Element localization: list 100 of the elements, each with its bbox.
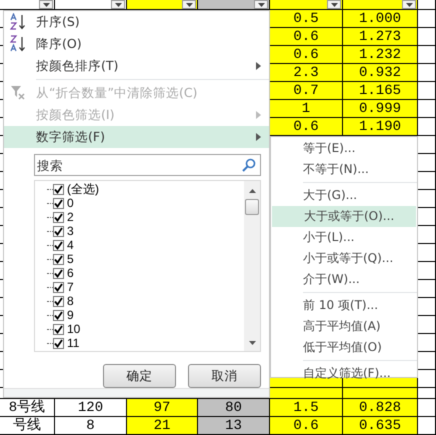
menu-item[interactable]: 不等于(N)... (271, 159, 417, 180)
scroll-up-icon[interactable] (248, 189, 256, 193)
table-cell: 1.190 (343, 118, 418, 136)
menu-item[interactable]: 低于平均值(O) (271, 337, 417, 358)
submenu-arrow-icon (256, 62, 261, 70)
table-cell: 1.000 (343, 10, 418, 28)
menu-item[interactable]: 介于(W)... (271, 269, 417, 290)
table-cell (418, 399, 436, 417)
scrollbar[interactable] (244, 181, 260, 351)
checkbox[interactable] (53, 184, 64, 194)
dialog-button[interactable]: 确定 (103, 364, 176, 388)
checkbox-label: 5 (67, 252, 74, 266)
scroll-down-icon[interactable] (248, 341, 256, 345)
checkbox[interactable] (53, 296, 64, 306)
table-cell (418, 46, 436, 64)
table-cell (418, 64, 436, 82)
checkbox-label: 0 (67, 196, 74, 210)
caret-icon (258, 2, 264, 6)
sort-descending-icon (10, 35, 28, 53)
table-cell (418, 28, 436, 46)
checkbox-label: 7 (67, 280, 74, 294)
caret-icon (406, 2, 412, 6)
table-cell: 号线 (0, 417, 55, 435)
menu-item[interactable]: 等于(E)... (271, 138, 417, 159)
checkbox-label: 6 (67, 266, 74, 280)
table-cell: 0.932 (343, 64, 418, 82)
checkbox[interactable] (53, 198, 64, 208)
table-cell: 2.3 (270, 64, 343, 82)
filter-dropdown[interactable] (182, 0, 196, 9)
checkbox-label: 2 (67, 210, 74, 224)
caret-icon (114, 2, 122, 6)
submenu-arrow-icon (256, 111, 261, 119)
table-cell (418, 388, 436, 399)
checkbox-label: (全选) (67, 181, 99, 198)
table-cell: 0.5 (270, 10, 343, 28)
table-cell: 80 (198, 399, 270, 417)
table-cell (418, 100, 436, 118)
filter-dropdown[interactable] (402, 0, 416, 9)
table-cell: 0.6 (270, 417, 343, 435)
menu-item[interactable]: 小于或等于(Q)... (271, 248, 417, 269)
table-cell: 0.635 (343, 417, 418, 435)
table-cell: 0.999 (343, 100, 418, 118)
scroll-thumb[interactable] (245, 199, 259, 215)
table-cell: 0.7 (270, 82, 343, 100)
table-cell (418, 10, 436, 28)
submenu-arrow-icon (256, 133, 261, 141)
table-cell (418, 118, 436, 136)
checkbox[interactable] (53, 282, 64, 292)
table-cell: 1.5 (270, 399, 343, 417)
checkbox[interactable] (53, 310, 64, 320)
checkbox-label: 11 (67, 336, 80, 350)
table-cell: 0.6 (270, 28, 343, 46)
table-cell: 1.232 (343, 46, 418, 64)
filter-dropdown[interactable] (254, 0, 268, 9)
checkbox[interactable] (53, 240, 64, 250)
checkbox[interactable] (53, 254, 64, 264)
dialog-button[interactable]: 取消 (188, 364, 261, 388)
menu-item[interactable]: 高于平均值(A) (271, 316, 417, 337)
sort-ascending-icon (10, 13, 28, 31)
menu-item[interactable]: 降序(O) (4, 33, 269, 55)
checkbox-label: 4 (67, 238, 74, 252)
checkbox[interactable] (53, 338, 64, 348)
menu-item[interactable]: 按颜色排序(T) (4, 55, 269, 77)
table-cell: 0.6 (270, 46, 343, 64)
table-cell: 13 (198, 417, 270, 435)
resize-grip[interactable] (4, 388, 269, 397)
table-cell (418, 417, 436, 435)
filter-dropdown[interactable] (327, 0, 341, 9)
checkbox[interactable] (53, 226, 64, 236)
filter-dropdown[interactable] (39, 0, 53, 9)
menu-item[interactable]: 数字筛选(F) (4, 126, 269, 148)
table-cell: 21 (127, 417, 198, 435)
checkbox-label: 8 (67, 294, 74, 308)
table-cell: 0.6 (270, 118, 343, 136)
table-cell: 120 (55, 399, 127, 417)
menu-item[interactable]: 小于(L)... (271, 227, 417, 248)
search-icon (242, 158, 256, 172)
table-cell: 1 (270, 100, 343, 118)
checkbox[interactable] (53, 268, 64, 278)
table-cell: 8 (55, 417, 127, 435)
table-cell: 8号线 (0, 399, 55, 417)
table-cell: 97 (127, 399, 198, 417)
table-cell (418, 82, 436, 100)
caret-icon (42, 2, 50, 6)
menu-item[interactable]: 自定义筛选(F)... (271, 358, 417, 384)
menu-item[interactable]: 前 10 项(T)... (271, 290, 417, 316)
filter-dropdown[interactable] (111, 0, 125, 9)
table-cell: 1.273 (343, 28, 418, 46)
table-cell: 1.165 (343, 82, 418, 100)
table-cell: 0.828 (343, 399, 418, 417)
menu-item[interactable]: 大于(G)... (271, 180, 417, 206)
checkbox-label: 9 (67, 308, 74, 322)
menu-item[interactable]: 大于或等于(O)... (272, 206, 416, 227)
checkbox[interactable] (53, 324, 64, 334)
caret-icon (186, 2, 192, 6)
checkbox[interactable] (53, 212, 64, 222)
search-field[interactable]: 搜索 (34, 154, 261, 176)
menu-item[interactable]: 升序(S) (4, 11, 269, 33)
checkbox-label: 10 (67, 322, 80, 336)
checkbox-label: 3 (67, 224, 74, 238)
